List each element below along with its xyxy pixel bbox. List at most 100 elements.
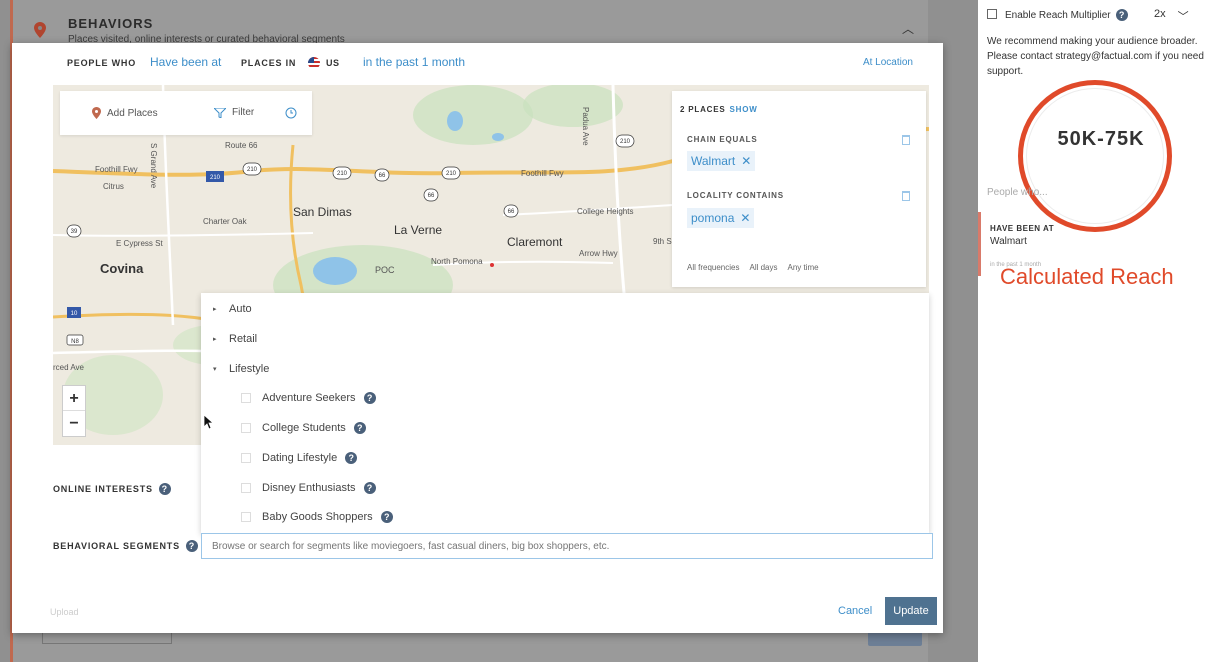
reach-multiplier-checkbox[interactable] [987,9,997,19]
caret-down-icon: ▾ [213,366,217,373]
upload-link[interactable]: Upload [50,607,79,617]
time-range-selector[interactable]: in the past 1 month [363,55,465,69]
chevron-up-icon[interactable]: ︿ [902,20,914,37]
segment-label: Disney Enthusiasts [262,482,356,494]
svg-text:66: 66 [428,193,435,199]
segment-item[interactable]: Dating Lifestyle? [262,452,358,464]
clock-button[interactable] [285,107,297,119]
at-location-selector[interactable]: At Location [863,57,913,68]
svg-text:N8: N8 [71,339,79,345]
segment-checkbox[interactable] [241,453,251,463]
svg-text:66: 66 [508,209,515,215]
map-label: Foothill Fwy [521,169,564,178]
segment-item[interactable]: Disney Enthusiasts? [262,482,376,494]
map-city: San Dimas [293,205,352,219]
pomona-tag: pomona ✕ [687,208,755,228]
segment-checkbox[interactable] [241,483,251,493]
map-label: E Cypress St [116,239,163,248]
category-auto[interactable]: ▸ Auto [213,303,252,315]
trash-icon[interactable] [902,135,910,145]
cursor-icon [204,415,214,429]
places-count-label: 2 PLACES [680,105,726,114]
segment-item[interactable]: Baby Goods Shoppers? [262,511,393,523]
zoom-out-button[interactable]: − [63,411,85,436]
help-icon[interactable]: ? [353,422,366,434]
help-icon[interactable]: ? [185,540,198,552]
walmart-tag: Walmart ✕ [687,151,756,171]
remove-tag-icon[interactable]: ✕ [741,154,751,168]
svg-text:210: 210 [620,139,631,145]
svg-text:210: 210 [247,167,258,173]
map-label: Charter Oak [203,217,247,226]
svg-text:10: 10 [71,311,78,317]
filter-icon [214,107,226,118]
segments-dropdown: ▸ Auto ▸ Retail ▾ Lifestyle Adventure Se… [201,293,929,533]
help-icon[interactable]: ? [363,392,376,404]
modal-footer: Upload Cancel Update [12,587,943,633]
segment-label: Dating Lifestyle [262,452,338,464]
map-label: 9th S [653,237,672,246]
category-label: Retail [229,333,258,345]
filter-button[interactable]: Filter [214,107,254,118]
remove-tag-icon[interactable]: ✕ [740,211,750,225]
map-city: Covina [100,261,144,276]
segment-label: Baby Goods Shoppers [262,511,373,523]
reach-multiplier-label: Enable Reach Multiplier [1005,9,1111,21]
map-label: Citrus [103,182,124,191]
multiplier-select[interactable]: 2x ﹀ [1154,8,1189,24]
people-who-label: PEOPLE WHO [67,58,137,68]
map-label: S Grand Ave [149,143,158,189]
help-icon[interactable]: ? [345,452,358,464]
help-icon[interactable]: ? [158,483,171,495]
help-icon[interactable]: ? [380,511,393,523]
map-label: rced Ave [53,363,84,372]
have-been-at-value: Walmart [990,236,1027,247]
action-selector[interactable]: Have been at [150,55,221,69]
segment-checkbox[interactable] [241,393,251,403]
zoom-in-button[interactable]: + [63,386,85,411]
category-retail[interactable]: ▸ Retail [213,333,257,345]
time-filter[interactable]: Any time [788,263,819,272]
locality-contains-label: LOCALITY CONTAINS [687,191,784,200]
zoom-controls: + − [62,385,86,437]
behaviors-title: BEHAVIORS [68,16,154,31]
help-icon[interactable]: ? [363,482,376,494]
caret-right-icon: ▸ [213,336,217,343]
behavioral-segments-row: BEHAVIORAL SEGMENTS ? [53,540,198,552]
walmart-tag-label: Walmart [691,154,736,168]
add-places-button[interactable]: Add Places [92,107,158,119]
svg-text:210: 210 [210,175,221,181]
places-in-label: PLACES IN [241,58,297,68]
behavioral-segments-label: BEHAVIORAL SEGMENTS [53,541,180,551]
category-lifestyle[interactable]: ▾ Lifestyle [213,363,269,375]
map-label: Padua Ave [581,107,590,146]
multiplier-value: 2x [1154,8,1166,20]
location-pin-icon [34,22,46,38]
chain-equals-label: CHAIN EQUALS [687,135,758,144]
places-panel: 2 PLACES SHOW CHAIN EQUALS Walmart ✕ LOCA… [672,91,926,287]
places-filters: All frequencies All days Any time [687,263,819,272]
country-selector[interactable]: US [326,58,340,68]
map-city: La Verne [394,223,443,237]
days-filter[interactable]: All days [749,263,777,272]
segment-checkbox[interactable] [241,512,251,522]
show-places-link[interactable]: SHOW [730,105,758,114]
map-label: College Heights [577,207,634,216]
places-count: 2 PLACES SHOW [680,105,758,114]
map-toolbar: Add Places Filter [60,91,312,135]
segment-item[interactable]: College Students? [262,422,366,434]
segments-search-input[interactable] [201,533,933,559]
segment-item[interactable]: Adventure Seekers? [262,392,376,404]
frequency-filter[interactable]: All frequencies [687,263,739,272]
svg-text:39: 39 [71,229,78,235]
clock-icon [285,107,297,119]
cancel-button[interactable]: Cancel [838,605,872,617]
online-interests-label: ONLINE INTERESTS [53,484,153,494]
help-icon[interactable]: ? [1115,9,1128,21]
reach-multiplier-row: Enable Reach Multiplier ? [1005,9,1128,21]
location-pin-icon [92,107,101,119]
segment-checkbox[interactable] [241,423,251,433]
trash-icon[interactable] [902,191,910,201]
filter-label: Filter [232,107,255,118]
update-button[interactable]: Update [885,597,937,625]
